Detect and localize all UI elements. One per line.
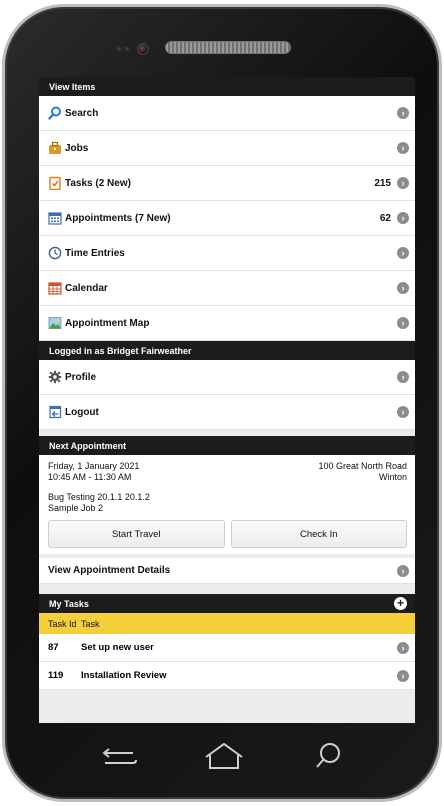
task-id-cell: 87 <box>48 642 59 653</box>
menu-item-label: Tasks (2 New) <box>65 177 131 189</box>
view-appointment-details-link[interactable]: View Appointment Details › <box>39 558 415 584</box>
back-icon[interactable] <box>102 748 137 764</box>
menu-item-label: Calendar <box>65 282 108 294</box>
tasks-count: 215 <box>374 177 391 189</box>
briefcase-icon <box>48 141 62 155</box>
menu-item-label: Logout <box>65 406 99 418</box>
app-screen: View Items Search › Jobs › Tasks (2 New)… <box>39 77 415 723</box>
menu-item-logout[interactable]: Logout › <box>39 395 415 430</box>
map-icon <box>48 316 62 330</box>
camera-icon <box>137 43 149 55</box>
clipboard-check-icon <box>48 176 62 190</box>
appointment-suburb: Winton <box>378 472 407 482</box>
tasks-table-header: Task Id Task <box>39 613 415 634</box>
menu-item-appointment-map[interactable]: Appointment Map › <box>39 306 415 341</box>
menu-item-calendar[interactable]: Calendar › <box>39 271 415 306</box>
spacer <box>39 584 415 594</box>
check-in-button[interactable]: Check In <box>230 520 407 548</box>
task-id-cell: 119 <box>48 670 64 681</box>
column-header-task: Task <box>81 618 100 629</box>
menu-item-label: Profile <box>65 371 97 383</box>
gear-icon <box>48 370 62 384</box>
next-appointment-header: Next Appointment <box>39 436 415 455</box>
menu-item-label: Appointments (7 New) <box>65 212 171 224</box>
menu-item-tasks[interactable]: Tasks (2 New) 215 › <box>39 166 415 201</box>
menu-item-time-entries[interactable]: Time Entries › <box>39 236 415 271</box>
hardware-nav-bar <box>102 742 340 769</box>
section-title: View Items <box>49 81 96 92</box>
table-row[interactable]: 119 Installation Review › <box>39 662 415 690</box>
next-appointment-card: Friday, 1 January 2021 100 Great North R… <box>39 455 415 554</box>
view-details-label: View Appointment Details <box>48 565 171 576</box>
speaker-grille <box>165 41 291 54</box>
view-items-list: Search › Jobs › Tasks (2 New) 215 › Appo… <box>39 96 415 341</box>
logged-in-header: Logged in as Bridget Fairweather <box>39 341 415 360</box>
table-row[interactable]: 87 Set up new user › <box>39 634 415 662</box>
chevron-right-icon: › <box>397 247 409 259</box>
chevron-right-icon: › <box>397 371 409 383</box>
appointment-address: 100 Great North Road <box>318 461 407 471</box>
chevron-right-icon: › <box>397 107 409 119</box>
sensor-dot <box>125 47 129 51</box>
appointment-job: Sample Job 2 <box>48 503 104 513</box>
chevron-right-icon: › <box>397 142 409 154</box>
chevron-right-icon: › <box>397 406 409 418</box>
home-icon[interactable] <box>205 742 243 769</box>
chevron-right-icon: › <box>397 317 409 329</box>
section-title: Next Appointment <box>49 440 127 451</box>
my-tasks-header: My Tasks + <box>39 594 415 613</box>
chevron-right-icon: › <box>397 282 409 294</box>
account-list: Profile › Logout › <box>39 360 415 430</box>
calendar-grid-icon <box>48 211 62 225</box>
search-icon[interactable] <box>316 743 340 768</box>
appointment-description: Bug Testing 20.1.1 20.1.2 <box>48 492 150 502</box>
chevron-right-icon: › <box>397 177 409 189</box>
view-items-header: View Items <box>39 77 415 96</box>
menu-item-profile[interactable]: Profile › <box>39 360 415 395</box>
menu-item-label: Search <box>65 107 99 119</box>
appointment-date: Friday, 1 January 2021 <box>48 461 140 471</box>
start-travel-button[interactable]: Start Travel <box>48 520 225 548</box>
logout-icon <box>48 405 62 419</box>
menu-item-label: Time Entries <box>65 247 125 259</box>
section-title: My Tasks <box>49 598 89 609</box>
menu-item-appointments[interactable]: Appointments (7 New) 62 › <box>39 201 415 236</box>
task-name-cell: Set up new user <box>81 642 154 653</box>
chevron-right-icon: › <box>397 669 409 682</box>
menu-item-label: Appointment Map <box>65 317 150 329</box>
menu-item-search[interactable]: Search › <box>39 96 415 131</box>
chevron-right-icon: › <box>397 564 409 577</box>
search-icon <box>48 106 62 120</box>
appointments-count: 62 <box>379 212 391 224</box>
column-header-task-id: Task Id <box>48 618 77 629</box>
menu-item-jobs[interactable]: Jobs › <box>39 131 415 166</box>
calendar-icon <box>48 281 62 295</box>
phone-frame: View Items Search › Jobs › Tasks (2 New)… <box>2 4 442 802</box>
add-task-icon[interactable]: + <box>394 597 407 610</box>
menu-item-label: Jobs <box>65 142 89 154</box>
chevron-right-icon: › <box>397 641 409 654</box>
chevron-right-icon: › <box>397 212 409 224</box>
task-name-cell: Installation Review <box>81 670 167 681</box>
sensor-dot <box>117 47 121 51</box>
appointment-time: 10:45 AM - 11:30 AM <box>48 472 132 482</box>
clock-icon <box>48 246 62 260</box>
section-title: Logged in as Bridget Fairweather <box>49 345 192 356</box>
